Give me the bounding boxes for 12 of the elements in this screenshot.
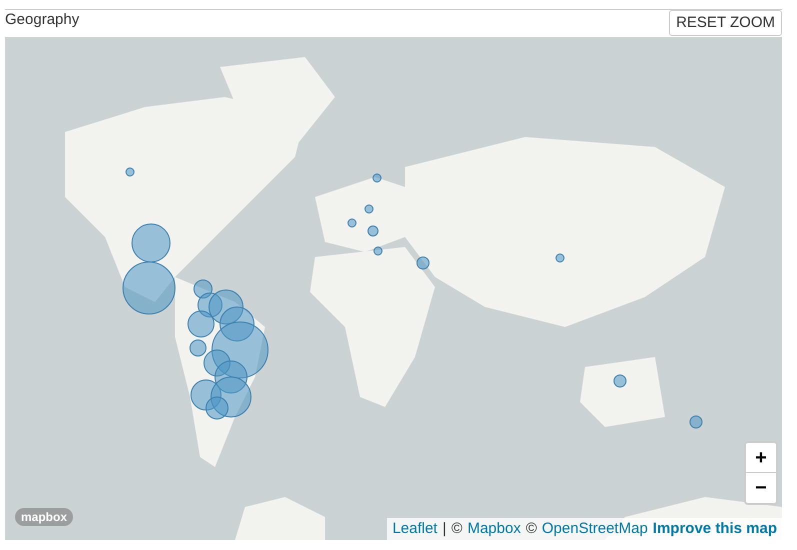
attribution-link[interactable]: Mapbox [467, 518, 521, 540]
attribution-link[interactable]: Leaflet [392, 518, 438, 540]
attribution-text: © [526, 519, 537, 539]
attribution-link[interactable]: OpenStreetMap [542, 518, 648, 540]
attribution-text: | [442, 519, 446, 539]
mapbox-logo[interactable]: mapbox [15, 508, 74, 526]
zoom-in-button[interactable]: + [746, 443, 776, 473]
reset-zoom-button[interactable]: RESET ZOOM [669, 10, 782, 36]
zoom-out-button[interactable]: − [746, 473, 776, 503]
map-area[interactable]: mapbox + − Leaflet | © Mapbox © OpenStreetMap Improve this map [5, 37, 782, 540]
attribution-text: © [451, 519, 462, 539]
panel-title: Geography [5, 10, 80, 29]
